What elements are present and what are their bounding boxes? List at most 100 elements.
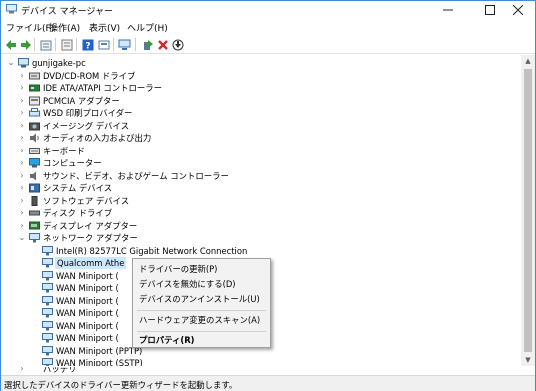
- ide-controller-icon: [29, 84, 40, 92]
- menu-bar: ファイル(F) 操作(A) 表示(V) ヘルプ(H): [1, 18, 535, 35]
- tree-category[interactable]: › イメージング デバイス: [1, 120, 521, 133]
- resource-icon: [98, 40, 109, 49]
- tree-category[interactable]: › コンピューター: [1, 157, 521, 170]
- tree-category[interactable]: › ディスク ドライブ: [1, 207, 521, 220]
- menu-action[interactable]: 操作(A): [49, 21, 80, 34]
- menu-file[interactable]: ファイル(F): [6, 21, 54, 34]
- toolbar-separator: [76, 38, 77, 51]
- forward-button[interactable]: [19, 38, 32, 51]
- chevron-right-icon[interactable]: ›: [18, 146, 26, 156]
- pcmcia-adapter-icon: [29, 96, 40, 105]
- device-label: WAN Miniport (PPTP): [56, 345, 143, 356]
- update-driver-button[interactable]: [141, 38, 154, 51]
- wsd-printer-icon: [29, 108, 40, 117]
- network-adapter-icon: [42, 295, 53, 305]
- chevron-right-icon[interactable]: ›: [18, 121, 26, 131]
- chevron-right-icon[interactable]: ›: [18, 133, 26, 143]
- help-button[interactable]: ?: [81, 38, 94, 51]
- tree-root[interactable]: ⌄ gunjigake-pc: [1, 57, 521, 70]
- minimize-icon: [443, 9, 453, 10]
- chevron-down-icon[interactable]: ⌄: [18, 233, 26, 243]
- tree-category-expanded[interactable]: ⌄ ネットワーク アダプター: [1, 232, 521, 245]
- audio-io-icon: [30, 133, 39, 143]
- back-button[interactable]: [4, 38, 17, 51]
- dvd-drive-icon: [29, 72, 40, 79]
- vertical-scrollbar[interactable]: ▲ ▼: [521, 55, 535, 366]
- category-label: バッテリ: [43, 367, 77, 374]
- scroll-down-icon[interactable]: ▼: [521, 354, 535, 366]
- category-label: PCMCIA アダプター: [43, 95, 120, 106]
- device-label: WAN Miniport (: [56, 270, 119, 281]
- add-driver-icon: [143, 39, 153, 50]
- scroll-up-icon[interactable]: ▲: [521, 55, 535, 67]
- network-adapter-icon: [42, 308, 53, 318]
- tree-category[interactable]: › WSD 印刷プロバイダー: [1, 107, 521, 120]
- tree-category-partial[interactable]: › バッテリ: [1, 367, 521, 375]
- context-scan-hardware[interactable]: ハードウェア変更のスキャン(A): [133, 313, 270, 328]
- chevron-right-icon[interactable]: ›: [18, 196, 26, 206]
- chevron-right-icon[interactable]: ›: [18, 367, 26, 374]
- context-uninstall-device[interactable]: デバイスのアンインストール(U): [133, 292, 270, 307]
- disk-drive-icon: [29, 210, 40, 216]
- device-view-button[interactable]: [60, 38, 73, 51]
- toolbar-separator: [34, 38, 35, 51]
- disable-device-button[interactable]: [171, 38, 184, 51]
- display-adapter-icon: [29, 221, 40, 229]
- category-label: キーボード: [43, 145, 85, 156]
- chevron-down-icon[interactable]: ⌄: [7, 58, 15, 68]
- context-update-driver[interactable]: ドライバーの更新(P): [133, 262, 270, 277]
- chevron-right-icon[interactable]: ›: [18, 71, 26, 81]
- properties-button[interactable]: [39, 38, 52, 51]
- tree-category[interactable]: › ソフトウェア デバイス: [1, 195, 521, 208]
- chevron-right-icon[interactable]: ›: [18, 96, 26, 106]
- resource-view-button[interactable]: [97, 38, 110, 51]
- remove-device-icon: [157, 39, 168, 50]
- toolbar-separator: [113, 38, 114, 51]
- device-label: WAN Miniport (: [56, 283, 119, 293]
- tree-category[interactable]: › PCMCIA アダプター: [1, 95, 521, 108]
- toolbar-separator: [55, 38, 56, 51]
- device-label: WAN Miniport (: [56, 295, 119, 306]
- context-properties[interactable]: プロパティ(R): [133, 333, 270, 348]
- tree-device[interactable]: Intel(R) 82577LC Gigabit Network Connect…: [1, 245, 521, 258]
- window-title: デバイス マネージャー: [21, 7, 113, 17]
- software-device-icon: [31, 195, 38, 206]
- chevron-right-icon[interactable]: ›: [18, 221, 26, 231]
- chevron-right-icon[interactable]: ›: [18, 183, 26, 193]
- tree-category[interactable]: › ディスプレイ アダプター: [1, 220, 521, 233]
- category-label: オーディオの入力および出力: [43, 133, 152, 143]
- scan-hardware-button[interactable]: [118, 38, 131, 51]
- scroll-thumb[interactable]: [524, 69, 532, 352]
- category-label: サウンド、ビデオ、およびゲーム コントローラー: [43, 170, 229, 181]
- uninstall-device-button[interactable]: [156, 38, 169, 51]
- category-label: ソフトウェア デバイス: [43, 195, 130, 206]
- computer-icon: [29, 158, 40, 168]
- device-label: WAN Miniport (: [56, 308, 119, 318]
- network-adapter-icon: [42, 270, 53, 280]
- menu-view[interactable]: 表示(V): [89, 21, 120, 34]
- sound-video-game-icon: [30, 171, 36, 180]
- tree-category[interactable]: › オーディオの入力および出力: [1, 132, 521, 145]
- tree-category[interactable]: › キーボード: [1, 145, 521, 158]
- category-label: システム デバイス: [43, 183, 113, 193]
- context-disable-device[interactable]: デバイスを無効にする(D): [133, 277, 270, 292]
- chevron-right-icon[interactable]: ›: [18, 83, 26, 93]
- tree-category[interactable]: › IDE ATA/ATAPI コントローラー: [1, 82, 521, 95]
- device-view-icon: [61, 39, 72, 50]
- status-bar: 選択したデバイスのドライバー更新ウィザードを起動します。: [1, 375, 535, 391]
- chevron-right-icon[interactable]: ›: [18, 171, 26, 181]
- device-label: WAN Miniport (: [56, 333, 119, 343]
- menu-help[interactable]: ヘルプ(H): [127, 21, 168, 34]
- tree-category[interactable]: › DVD/CD-ROM ドライブ: [1, 70, 521, 83]
- chevron-right-icon[interactable]: ›: [18, 108, 26, 118]
- chevron-right-icon[interactable]: ›: [18, 208, 26, 218]
- network-adapter-icon: [42, 283, 53, 293]
- tree-category[interactable]: › システム デバイス: [1, 182, 521, 195]
- tree-category[interactable]: › サウンド、ビデオ、およびゲーム コントローラー: [1, 170, 521, 183]
- tree-device[interactable]: WAN Miniport (SSTP): [1, 357, 521, 366]
- chevron-right-icon[interactable]: ›: [18, 158, 26, 168]
- minimize-button[interactable]: [431, 1, 465, 18]
- context-separator: [137, 331, 266, 332]
- close-button[interactable]: [501, 1, 535, 18]
- help-icon: ?: [82, 39, 93, 51]
